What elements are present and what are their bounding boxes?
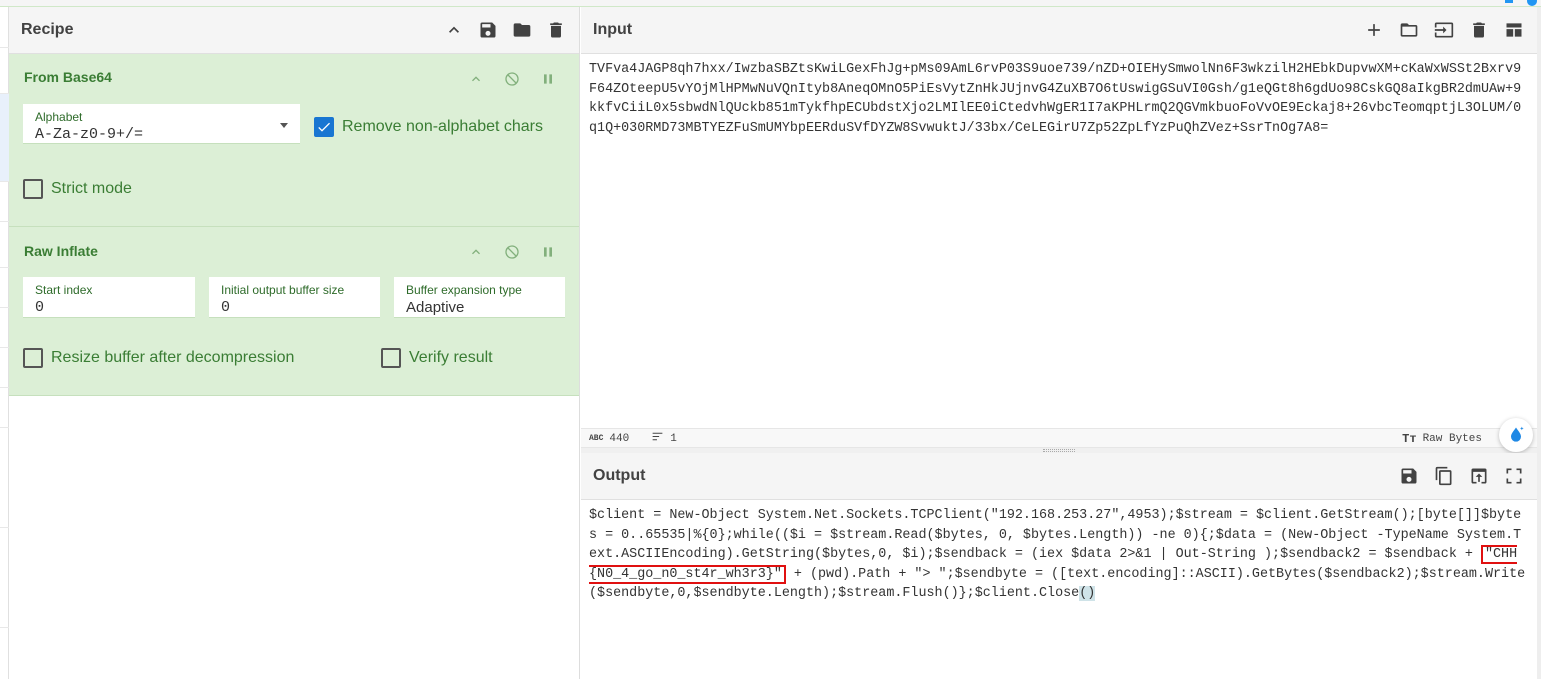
operation-title: Raw Inflate bbox=[24, 243, 98, 259]
gutter-divider bbox=[0, 347, 9, 348]
output-header: Output bbox=[581, 453, 1537, 500]
input-status-bar: ABC 440 1 Tт Raw Bytes bbox=[581, 428, 1537, 448]
remove-nonalpha-checkbox[interactable]: Remove non-alphabet chars bbox=[314, 117, 543, 137]
scroll-edge bbox=[1537, 7, 1541, 679]
recipe-header: Recipe bbox=[9, 7, 579, 54]
alphabet-select[interactable]: Alphabet A-Za-z0-9+/= bbox=[23, 104, 300, 144]
initial-buffer-value: 0 bbox=[221, 299, 231, 316]
clear-recipe-icon[interactable] bbox=[545, 19, 567, 41]
chevron-down-icon bbox=[280, 123, 288, 128]
abc-icon: ABC bbox=[589, 434, 604, 443]
operations-gutter bbox=[0, 7, 9, 679]
strict-mode-label: Strict mode bbox=[51, 180, 132, 197]
gutter-divider bbox=[0, 307, 9, 308]
gutter-divider bbox=[0, 627, 9, 628]
initial-buffer-field[interactable]: Initial output buffer size 0 bbox=[209, 277, 380, 318]
gutter-divider bbox=[0, 267, 9, 268]
buffer-expansion-select[interactable]: Buffer expansion type Adaptive bbox=[394, 277, 565, 318]
save-output-icon[interactable] bbox=[1398, 465, 1420, 487]
open-folder-icon[interactable] bbox=[1398, 19, 1420, 41]
copy-output-icon[interactable] bbox=[1433, 465, 1455, 487]
resize-buffer-checkbox[interactable]: Resize buffer after decompression bbox=[23, 348, 294, 368]
resize-buffer-label: Resize buffer after decompression bbox=[51, 349, 295, 366]
replace-input-icon[interactable] bbox=[1468, 465, 1490, 487]
top-strip bbox=[0, 0, 1541, 7]
breakpoint-pause-icon[interactable] bbox=[537, 241, 559, 263]
initial-buffer-label: Initial output buffer size bbox=[221, 283, 345, 297]
breakpoint-pause-icon[interactable] bbox=[537, 68, 559, 90]
operation-title: From Base64 bbox=[24, 69, 112, 85]
checkbox-checked-icon[interactable] bbox=[314, 117, 334, 137]
input-lines: 1 bbox=[670, 432, 677, 445]
gutter-divider bbox=[0, 93, 9, 94]
gutter-divider bbox=[0, 527, 9, 528]
gutter-divider bbox=[0, 47, 9, 48]
collapse-all-icon[interactable] bbox=[443, 19, 465, 41]
checkbox-empty-icon[interactable] bbox=[23, 179, 43, 199]
verify-result-checkbox[interactable]: Verify result bbox=[381, 348, 493, 368]
alphabet-label: Alphabet bbox=[35, 110, 83, 124]
start-index-label: Start index bbox=[35, 283, 93, 297]
add-tab-icon[interactable] bbox=[1363, 19, 1385, 41]
minimise-operation-icon[interactable] bbox=[465, 68, 487, 90]
magic-wand-icon[interactable] bbox=[1499, 418, 1533, 452]
input-title: Input bbox=[593, 21, 633, 38]
operation-from-base64[interactable]: From Base64 Alphabet A-Za-z0-9+/= Remove… bbox=[9, 54, 579, 227]
input-panel: Input TVFva4JAGP8qh7hxx/IwzbaSBZtsKwiLGe… bbox=[581, 7, 1537, 448]
strict-mode-checkbox[interactable]: Strict mode bbox=[23, 179, 132, 199]
open-file-icon[interactable] bbox=[1433, 19, 1455, 41]
gutter-selection bbox=[0, 93, 9, 181]
buffer-expansion-label: Buffer expansion type bbox=[406, 283, 522, 297]
encoding-label: Raw Bytes bbox=[1422, 432, 1482, 445]
gutter-divider bbox=[0, 221, 9, 222]
checkbox-empty-icon[interactable] bbox=[381, 348, 401, 368]
recipe-title: Recipe bbox=[21, 21, 74, 38]
recipe-panel: Recipe From Base64 Alphabet A-Za-z0-9+/=… bbox=[9, 7, 580, 679]
minimise-operation-icon[interactable] bbox=[465, 241, 487, 263]
load-recipe-icon[interactable] bbox=[511, 19, 533, 41]
operation-raw-inflate[interactable]: Raw Inflate Start index 0 Initial output… bbox=[9, 227, 579, 396]
drag-handle-icon[interactable] bbox=[1043, 449, 1075, 452]
accent-dot bbox=[1527, 0, 1537, 6]
output-title: Output bbox=[593, 467, 646, 484]
maximise-output-icon[interactable] bbox=[1503, 465, 1525, 487]
start-index-value: 0 bbox=[35, 299, 45, 316]
text-encoding-icon: Tт bbox=[1402, 431, 1417, 446]
checkbox-empty-icon[interactable] bbox=[23, 348, 43, 368]
disable-operation-icon[interactable] bbox=[501, 68, 523, 90]
input-textarea[interactable]: TVFva4JAGP8qh7hxx/IwzbaSBZtsKwiLGexFhJg+… bbox=[581, 54, 1537, 144]
layout-icon[interactable] bbox=[1503, 19, 1525, 41]
bracket-highlight: () bbox=[1079, 586, 1096, 602]
start-index-field[interactable]: Start index 0 bbox=[23, 277, 195, 318]
input-header: Input bbox=[581, 7, 1537, 54]
output-text[interactable]: $client = New-Object System.Net.Sockets.… bbox=[581, 500, 1537, 610]
accent-mark bbox=[1505, 0, 1513, 3]
save-recipe-icon[interactable] bbox=[477, 19, 499, 41]
output-text-before: $client = New-Object System.Net.Sockets.… bbox=[589, 508, 1522, 563]
output-panel: Output $client = New-Object System.Net.S… bbox=[581, 453, 1537, 679]
gutter-divider bbox=[0, 387, 9, 388]
disable-operation-icon[interactable] bbox=[501, 241, 523, 263]
encoding-selector[interactable]: Tт Raw Bytes bbox=[1402, 432, 1482, 446]
gutter-divider bbox=[0, 181, 9, 182]
buffer-expansion-value: Adaptive bbox=[406, 299, 465, 316]
input-length: 440 bbox=[609, 432, 630, 445]
verify-result-label: Verify result bbox=[409, 349, 493, 366]
alphabet-value: A-Za-z0-9+/= bbox=[35, 126, 144, 143]
clear-input-icon[interactable] bbox=[1468, 19, 1490, 41]
gutter-divider bbox=[0, 427, 9, 428]
remove-nonalpha-label: Remove non-alphabet chars bbox=[342, 118, 544, 135]
lines-icon bbox=[651, 430, 664, 447]
